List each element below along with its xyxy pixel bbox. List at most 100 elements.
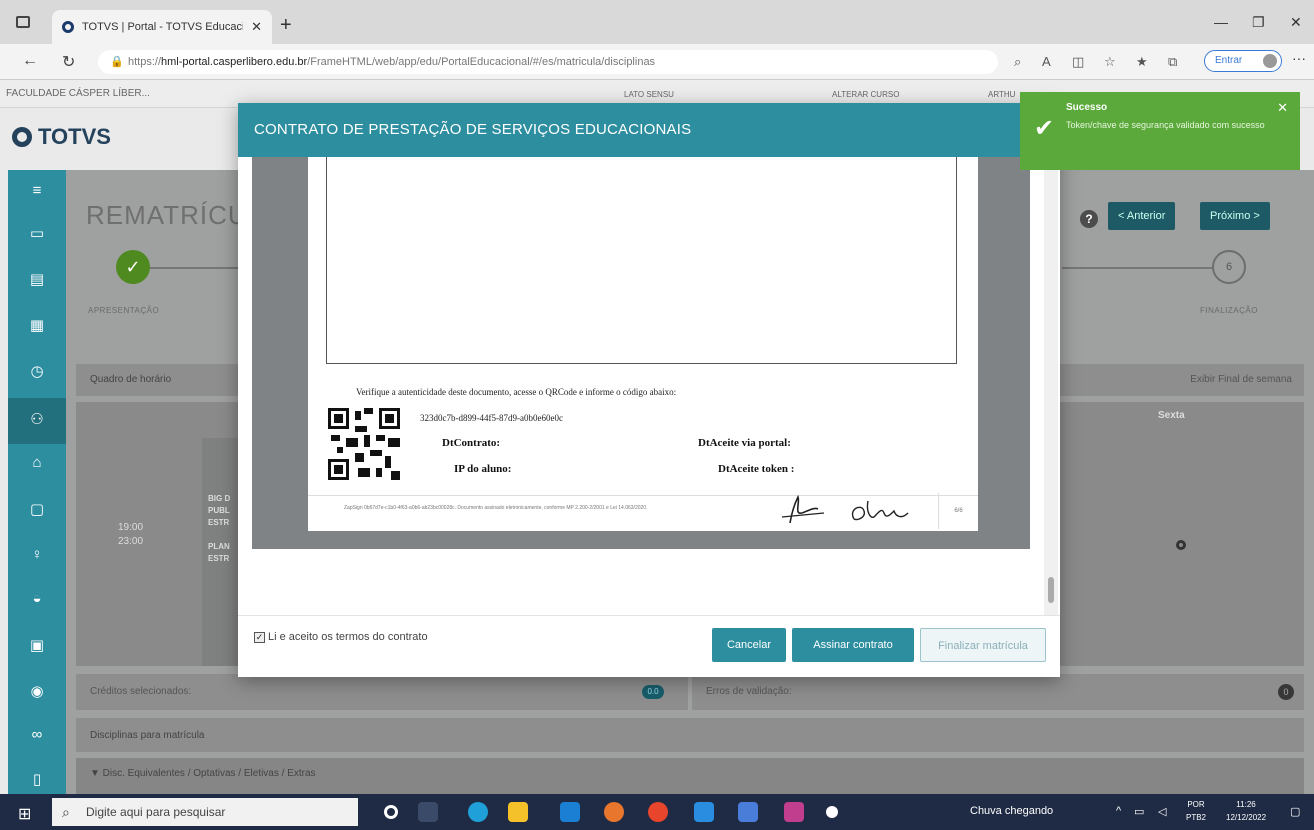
institution-name: FACULDADE CÁSPER LÍBER... xyxy=(6,88,150,99)
disciplines-group[interactable]: ▼ Disc. Equivalentes / Optativas / Eleti… xyxy=(76,758,1304,794)
user-add-icon[interactable]: ⚇ xyxy=(22,410,52,428)
back-icon[interactable]: ← xyxy=(22,52,38,70)
cell-line: ESTR xyxy=(208,518,230,527)
chat-icon[interactable]: ◒ xyxy=(22,590,52,607)
document-border xyxy=(326,363,957,364)
disciplines-group-label: ▼ Disc. Equivalentes / Optativas / Eleti… xyxy=(90,768,316,779)
volume-icon[interactable]: ◁ xyxy=(1158,805,1166,818)
clock-icon[interactable]: ◷ xyxy=(22,362,52,380)
cell-line: BIG D xyxy=(208,494,231,503)
file-icon[interactable]: ▯ xyxy=(22,770,52,788)
step-label-apresentacao: APRESENTAÇÃO xyxy=(88,306,160,315)
firefox-icon[interactable] xyxy=(604,802,624,822)
lightbulb-icon[interactable]: ♀ xyxy=(22,546,52,563)
column-sexta: Sexta xyxy=(1158,410,1185,421)
close-tab-icon[interactable]: ✕ xyxy=(251,19,262,35)
cortana-icon[interactable] xyxy=(384,805,398,819)
book-icon[interactable]: ▣ xyxy=(22,636,52,654)
favorite-icon[interactable]: ☆ xyxy=(1104,54,1116,70)
time-end: 23:00 xyxy=(118,536,144,547)
grid-icon[interactable]: ▦ xyxy=(22,316,52,334)
close-toast-icon[interactable]: ✕ xyxy=(1277,100,1288,116)
help-icon[interactable]: ? xyxy=(1080,210,1098,228)
document-page: Verifique a autenticidade deste document… xyxy=(308,157,978,531)
graduation-icon[interactable]: ⌂ xyxy=(22,454,52,471)
chrome-icon[interactable] xyxy=(648,802,668,822)
modal-scrollbar[interactable] xyxy=(1044,157,1058,615)
page-number: 6/6 xyxy=(938,493,978,529)
nav-lato-sensu[interactable]: LATO SENSU xyxy=(624,90,674,99)
network-icon[interactable]: ▭ xyxy=(1134,805,1144,818)
read-aloud-icon[interactable]: A xyxy=(1042,54,1051,69)
browser-titlebar: TOTVS | Portal - TOTVS Educacio ✕ + — ❐ … xyxy=(0,0,1314,44)
monitor-icon[interactable]: ▭ xyxy=(22,224,52,242)
lang-layout: PTB2 xyxy=(1186,813,1207,822)
search-icon[interactable]: ⌕ xyxy=(1014,54,1021,70)
weather-widget[interactable]: Chuva chegando xyxy=(970,805,1053,817)
store-icon[interactable] xyxy=(560,802,580,822)
calendar-icon[interactable]: ▤ xyxy=(22,270,52,288)
credits-label: Créditos selecionados: xyxy=(90,686,192,697)
browser-tab[interactable]: TOTVS | Portal - TOTVS Educacio ✕ xyxy=(52,10,272,44)
page-title: REMATRÍCU xyxy=(86,200,248,230)
sign-contract-button[interactable]: Assinar contrato xyxy=(792,628,914,662)
tray-chevron-icon[interactable]: ^ xyxy=(1116,805,1121,817)
url-host: hml-portal.casperlibero.edu.br xyxy=(161,56,308,68)
signature-icon xyxy=(781,494,909,524)
edge-icon[interactable] xyxy=(468,802,488,822)
notifications-icon[interactable]: ▢ xyxy=(1290,805,1300,818)
new-tab-icon[interactable]: + xyxy=(280,14,292,37)
minimize-icon[interactable]: — xyxy=(1214,14,1228,30)
tab-actions-icon[interactable] xyxy=(16,16,30,28)
next-button[interactable]: Próximo > xyxy=(1200,202,1270,230)
document-viewer[interactable]: Verifique a autenticidade deste document… xyxy=(252,157,1030,549)
reload-icon[interactable]: ↻ xyxy=(62,52,75,72)
restore-icon[interactable]: ❐ xyxy=(1252,14,1265,31)
language-indicator[interactable]: POR PTB2 xyxy=(1186,798,1206,824)
message-icon[interactable]: ◉ xyxy=(22,682,52,700)
slack-icon[interactable] xyxy=(784,802,804,822)
nav-user[interactable]: ARTHU xyxy=(988,90,1015,99)
finish-enrollment-button[interactable]: Finalizar matrícula xyxy=(920,628,1046,662)
accept-terms-label: Li e aceito os termos do contrato xyxy=(268,631,428,643)
verification-code: 323d0c7b-d899-44f5-87d9-a0b0e60e0c xyxy=(420,413,563,423)
cancel-button[interactable]: Cancelar xyxy=(712,628,786,662)
nav-alterar-curso[interactable]: ALTERAR CURSO xyxy=(832,90,899,99)
totvs-logo-icon xyxy=(12,127,32,147)
word-icon[interactable] xyxy=(738,802,758,822)
logo-text: TOTVS xyxy=(38,124,111,149)
app-icon[interactable] xyxy=(826,806,838,818)
taskbar-search-placeholder: Digite aqui para pesquisar xyxy=(86,805,226,819)
menu-icon[interactable]: ≡ xyxy=(22,182,52,199)
cell-line: PUBL xyxy=(208,506,230,515)
extensions-icon[interactable]: ◫ xyxy=(1072,54,1084,70)
outlook-icon[interactable] xyxy=(694,802,714,822)
modal-footer: ✓ Li e aceito os termos do contrato Canc… xyxy=(238,615,1060,677)
close-window-icon[interactable]: ✕ xyxy=(1290,14,1302,31)
previous-button[interactable]: < Anterior xyxy=(1108,202,1176,230)
collections-icon[interactable]: ⧉ xyxy=(1168,54,1177,70)
task-view-icon[interactable] xyxy=(418,802,438,822)
search-icon: ⌕ xyxy=(62,804,70,820)
schedule-title: Quadro de horário xyxy=(90,374,172,385)
system-clock[interactable]: 11:26 12/12/2022 xyxy=(1226,798,1266,824)
sign-in-button[interactable]: Entrar xyxy=(1204,50,1282,72)
url-path: /FrameHTML/web/app/edu/PortalEducacional… xyxy=(307,56,656,68)
scrollbar-thumb[interactable] xyxy=(1048,577,1054,603)
taskbar-search-input[interactable]: ⌕ Digite aqui para pesquisar xyxy=(52,798,358,826)
favorites-list-icon[interactable]: ★ xyxy=(1136,54,1148,70)
step-connector xyxy=(150,267,240,269)
more-options-icon[interactable]: ··· xyxy=(1292,50,1306,66)
link-icon[interactable]: ∞ xyxy=(22,726,52,743)
address-bar[interactable]: 🔒 https://hml-portal.casperlibero.edu.br… xyxy=(98,50,998,74)
weekend-toggle[interactable]: Exibir Final de semana xyxy=(1190,374,1292,385)
profile-avatar-icon xyxy=(1263,54,1277,68)
document-icon[interactable]: ▢ xyxy=(22,500,52,518)
cell-line: PLAN xyxy=(208,542,230,551)
accept-terms-checkbox[interactable]: ✓ xyxy=(254,632,265,643)
windows-start-icon[interactable]: ⊞ xyxy=(18,804,31,824)
lock-icon: 🔒 xyxy=(110,56,124,68)
file-explorer-icon[interactable] xyxy=(508,802,528,822)
step-connector xyxy=(1062,267,1212,269)
field-dtcontrato: DtContrato: xyxy=(442,437,501,449)
